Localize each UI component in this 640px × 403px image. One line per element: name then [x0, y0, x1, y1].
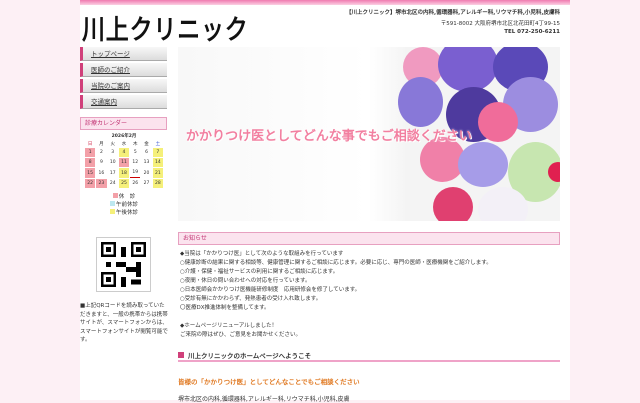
calendar-day: 8 — [85, 158, 96, 167]
calendar-day: 26 — [132, 181, 139, 186]
legend-pm: 午後休診 — [84, 209, 164, 217]
calendar: 2026年2月 日月火水木金土 1 2 3 4 5 6 7 8 9 10 11 12 13 14 15 16 17… — [84, 133, 164, 217]
calendar-month: 2026年2月 — [111, 134, 137, 139]
legend-closed: 休 診 — [84, 193, 164, 201]
calendar-day: 6 — [145, 150, 148, 155]
calendar-day: 5 — [133, 150, 137, 155]
weekday-header: 木 — [133, 142, 138, 147]
calendar-day: 12 — [132, 160, 139, 165]
qr-code — [96, 237, 151, 292]
phone: TEL 072-250-6211 — [504, 29, 560, 35]
nav-guide[interactable]: 当院のご案内 — [80, 79, 167, 93]
news-line: ○健康診断の結果に関する相談等、健康管理に関するご相談に応じます。必要に応じ、専… — [180, 260, 492, 266]
page: 川上クリニック 【川上クリニック】堺市北区の内科,循環器科,アレルギー科,リウマ… — [80, 0, 570, 403]
calendar-day: 25 — [118, 179, 130, 188]
news-body: ◆当院は「かかりつけ医」として次のような取組みを行っています ○健康診断の結果に関… — [180, 250, 560, 340]
hero-catchphrase: かかりつけ医としてどんな事でもご相談ください — [186, 129, 472, 144]
news-line: ○介護・保健・福祉サービスの利用に関するご相談に応じます。 — [180, 269, 339, 275]
calendar-day: 15 — [85, 168, 96, 178]
weekday-header: 火 — [110, 142, 115, 147]
calendar-day: 13 — [143, 160, 150, 165]
news-line: ○夜間・休日の問い合わせへの対応を行っています。 — [180, 278, 311, 284]
calendar-day: 2 — [99, 150, 103, 155]
nav-doctor[interactable]: 医師のご紹介 — [80, 63, 167, 77]
welcome-description: 堺市北区の内科,循環器科,アレルギー科,リウマチ科,小児科,皮膚 — [178, 396, 350, 403]
calendar-day: 22 — [85, 179, 96, 188]
calendar-day: 9 — [99, 160, 103, 165]
calendar-day: 28 — [152, 179, 163, 188]
news-heading: お知らせ — [178, 232, 560, 245]
calendar-day: 11 — [118, 158, 130, 167]
weekday-header: 水 — [121, 142, 127, 147]
calendar-day: 21 — [152, 168, 163, 178]
top-bar — [80, 0, 570, 5]
calendar-day: 24 — [109, 181, 116, 186]
news-line: 〇医療DX推進体制を整備してます。 — [180, 305, 270, 311]
news-line: ○受診有無にかかわらず、発熱患者の受け入れ致します。 — [180, 296, 322, 302]
news-line: ○日本医師会かかりつけ医機能研修制度 応用研修会を修了しています。 — [180, 287, 361, 293]
welcome-heading: 川上クリニックのホームページへようこそ — [178, 350, 560, 362]
nav-top[interactable]: トップページ — [80, 47, 167, 61]
calendar-day: 27 — [143, 181, 150, 186]
news-line — [180, 313, 560, 322]
news-line: ◆当院は「かかりつけ医」として次のような取組みを行っています — [180, 251, 344, 257]
calendar-day: 10 — [109, 160, 116, 165]
calendar-day: 3 — [111, 150, 115, 155]
address: 〒591-8002 大阪府堺市北区北花田町4丁99-15 — [440, 21, 560, 27]
welcome-subtitle: 皆様の「かかりつけ医」としてどんなことでもご相談ください — [178, 378, 360, 386]
tagline: 【川上クリニック】堺市北区の内科,循環器科,アレルギー科,リウマチ科,小児科,皮… — [346, 10, 560, 16]
qr-description: ■上記QRコードを読み取っていただきますと、一般の携帯からは携帯サイトが、スマー… — [80, 303, 168, 343]
weekday-header: 月 — [99, 142, 104, 147]
calendar-day: 16 — [98, 170, 105, 176]
weekday-header: 金 — [144, 142, 149, 147]
weekday-header: 土 — [155, 142, 161, 147]
calendar-day: 17 — [109, 170, 116, 176]
nav-access[interactable]: 交通案内 — [80, 95, 167, 109]
calendar-day: 1 — [85, 148, 96, 157]
news-line: ◆ホームページリニューアルしました！ — [180, 323, 278, 329]
hero-banner: かかりつけ医としてどんな事でもご相談ください — [178, 47, 560, 221]
side-nav: トップページ 医師のご紹介 当院のご案内 交通案内 — [80, 47, 167, 111]
calendar-day: 14 — [152, 158, 163, 167]
calendar-day: 4 — [118, 148, 130, 157]
news-line: ご来院の際はぜひ、ご意見をお聞かせください。 — [180, 332, 302, 338]
calendar-day: 18 — [118, 168, 130, 178]
calendar-day: 7 — [152, 148, 163, 157]
calendar-day: 20 — [143, 170, 150, 176]
calendar-day: 23 — [96, 179, 107, 188]
legend-am: 午前休診 — [84, 201, 164, 209]
calendar-title: 診療カレンダー — [80, 117, 167, 130]
calendar-day: 19 — [130, 168, 141, 178]
logo[interactable]: 川上クリニック — [82, 8, 249, 47]
weekday-header: 日 — [87, 142, 93, 147]
